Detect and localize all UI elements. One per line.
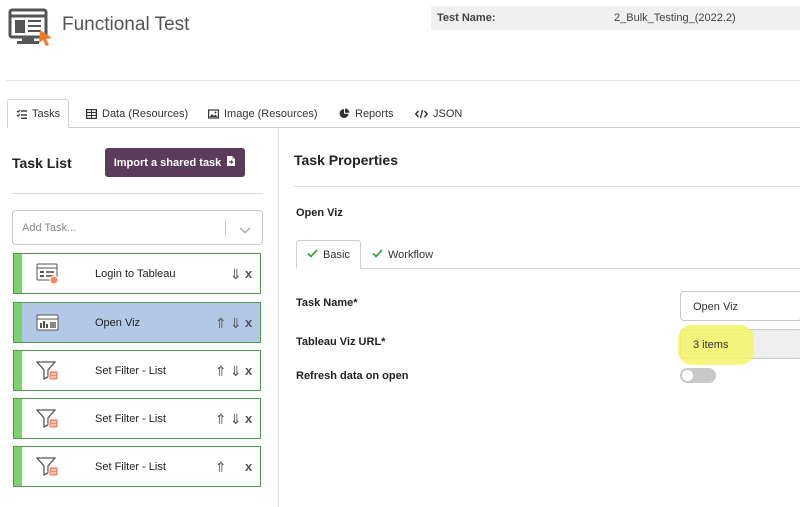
viz-icon [36, 312, 60, 334]
remove-task-icon[interactable]: x [245, 411, 252, 427]
image-icon [208, 108, 219, 119]
tab-data-resources-label: Data (Resources) [102, 107, 189, 120]
task-list-title: Task List [12, 155, 72, 171]
move-down-icon[interactable]: ⇓ [230, 315, 242, 331]
filter-icon [35, 360, 60, 382]
tab-tasks[interactable]: Tasks [7, 99, 70, 128]
task-card-open-viz[interactable]: Open Viz ⇑ ⇓ x [13, 302, 261, 343]
move-down-icon[interactable]: ⇓ [230, 411, 242, 427]
task-label: Open Viz [95, 317, 141, 329]
tab-reports[interactable]: Reports [331, 99, 402, 128]
tab-json[interactable]: JSON [407, 99, 470, 128]
chevron-down-icon[interactable] [238, 222, 252, 240]
tab-image-resources-label: Image (Resources) [224, 107, 318, 120]
task-label: Login to Tableau [95, 268, 176, 280]
task-list-divider [12, 193, 263, 194]
filter-icon [35, 408, 60, 430]
task-status-strip [14, 447, 22, 486]
import-shared-task-button[interactable]: Import a shared task [105, 148, 245, 177]
add-task-separator [225, 219, 226, 237]
app-logo-icon [8, 8, 54, 48]
selected-task-heading: Open Viz [296, 207, 343, 219]
toggle-knob [682, 370, 693, 381]
task-status-strip [14, 351, 22, 390]
task-name-label: Task Name* [296, 297, 358, 309]
move-up-icon[interactable]: ⇑ [215, 459, 227, 475]
tab-basic-label: Basic [323, 248, 350, 261]
import-button-label: Import a shared task [113, 156, 222, 169]
refresh-data-toggle[interactable] [680, 368, 716, 383]
task-status-strip [14, 303, 22, 342]
tab-workflow-label: Workflow [388, 248, 434, 261]
pie-chart-icon [339, 108, 350, 119]
tab-basic[interactable]: Basic [296, 240, 361, 269]
tab-json-label: JSON [433, 107, 463, 120]
header-divider [6, 80, 800, 81]
test-name-label: Test Name: [437, 12, 496, 24]
task-label: Set Filter - List [95, 365, 166, 377]
checkmark-icon [372, 248, 383, 261]
task-properties-title: Task Properties [294, 152, 399, 168]
import-file-icon [226, 155, 236, 170]
move-up-icon[interactable]: ⇑ [215, 363, 227, 379]
main-tabs: Tasks Data (Resources) Image (Resources)… [7, 99, 800, 128]
move-up-icon[interactable]: ⇑ [215, 411, 227, 427]
app-title: Functional Test [62, 14, 190, 35]
remove-task-icon[interactable]: x [245, 315, 252, 331]
task-label: Set Filter - List [95, 461, 166, 473]
task-card-set-filter-list[interactable]: Set Filter - List ⇑ x [13, 446, 261, 487]
tab-reports-label: Reports [355, 107, 394, 120]
task-card-login-to-tableau[interactable]: Login to Tableau ⇓ x [13, 253, 261, 294]
remove-task-icon[interactable]: x [245, 363, 252, 379]
tab-data-resources[interactable]: Data (Resources) [78, 99, 196, 128]
tab-tasks-label: Tasks [32, 107, 61, 120]
move-down-icon[interactable]: ⇓ [230, 363, 242, 379]
task-status-strip [14, 399, 22, 438]
login-icon [36, 263, 60, 285]
task-properties-divider [294, 186, 800, 187]
panel-divider [278, 128, 279, 507]
table-icon [86, 108, 97, 119]
task-card-set-filter-list[interactable]: Set Filter - List ⇑ ⇓ x [13, 350, 261, 391]
task-name-input[interactable]: Open Viz [680, 291, 800, 321]
remove-task-icon[interactable]: x [245, 459, 252, 475]
add-task-placeholder: Add Task... [22, 222, 77, 234]
viz-url-label: Tableau Viz URL* [296, 336, 386, 348]
checkmark-icon [307, 248, 318, 261]
task-label: Set Filter - List [95, 413, 166, 425]
viz-url-items-count: 3 items [693, 339, 729, 351]
property-tabs: Basic Workflow [296, 240, 800, 269]
refresh-data-label: Refresh data on open [296, 370, 409, 382]
add-task-select[interactable]: Add Task... [12, 210, 263, 245]
task-status-strip [14, 254, 22, 293]
tab-workflow[interactable]: Workflow [362, 240, 443, 269]
test-name-bar: Test Name: 2_Bulk_Testing_(2022.2) [431, 6, 800, 30]
code-icon [415, 109, 428, 119]
test-name-value: 2_Bulk_Testing_(2022.2) [614, 12, 736, 24]
tasks-list-icon [16, 109, 27, 119]
task-card-set-filter-list[interactable]: Set Filter - List ⇑ ⇓ x [13, 398, 261, 439]
move-down-icon[interactable]: ⇓ [230, 266, 242, 282]
move-up-icon[interactable]: ⇑ [215, 315, 227, 331]
filter-icon [35, 456, 60, 478]
tab-image-resources[interactable]: Image (Resources) [200, 99, 326, 128]
remove-task-icon[interactable]: x [245, 266, 252, 282]
